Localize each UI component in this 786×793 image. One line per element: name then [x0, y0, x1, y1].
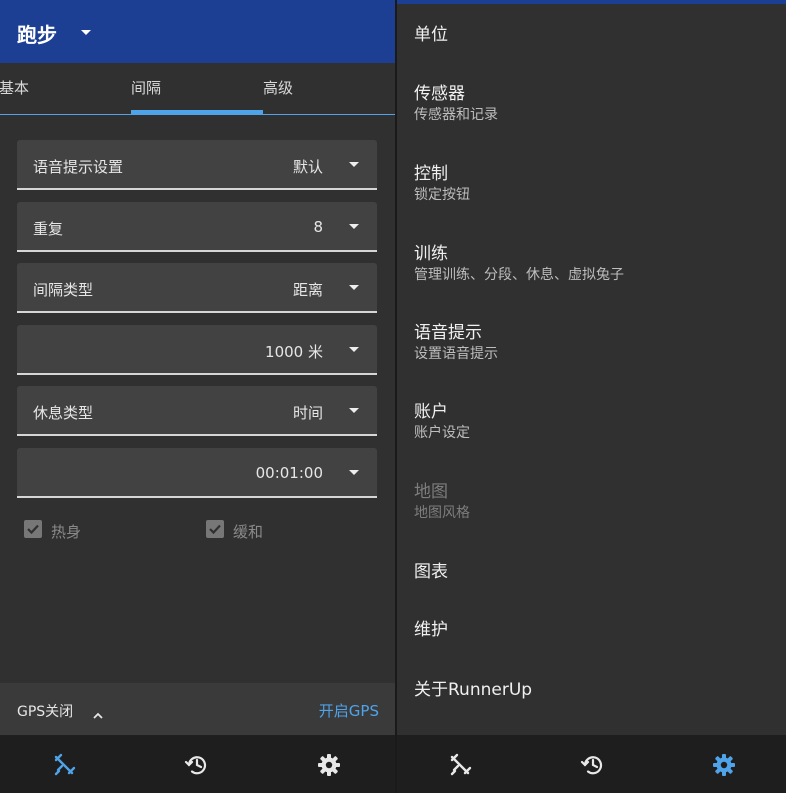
tab-selected-indicator [131, 110, 263, 114]
checkbox-checked-icon [24, 520, 42, 538]
field-label: 语音提示设置 [33, 158, 124, 176]
tab-advanced[interactable]: 高级 [263, 77, 293, 98]
rest-type-select[interactable]: 休息类型 时间 [17, 386, 377, 436]
field-value: 默认 [292, 158, 323, 176]
enable-gps-button[interactable]: 开启GPS [319, 700, 379, 721]
field-label: 间隔类型 [33, 281, 94, 299]
dropdown-caret-icon[interactable] [81, 30, 91, 35]
tab-basic[interactable]: 基本 [0, 77, 29, 98]
checkbox-checked-icon [206, 520, 224, 538]
chevron-up-icon[interactable] [93, 704, 103, 723]
interval-type-select[interactable]: 间隔类型 距离 [17, 263, 377, 313]
settings-item-title: 图表 [414, 562, 448, 582]
dropdown-arrow-icon [349, 470, 359, 475]
repeat-count-select[interactable]: 重复 8 [17, 202, 377, 252]
field-value: 1000 米 [265, 343, 323, 361]
settings-item-subtitle: 管理训练、分段、休息、虚拟兔子 [414, 267, 624, 283]
tab-divider [0, 114, 395, 115]
app-bar: 跑步 [0, 0, 395, 63]
workout-screen: 跑步 基本 间隔 高级 语音提示设置 默认 重复 8 间隔类型 距离 1000 … [0, 0, 395, 793]
settings-item-audio-cues[interactable]: 语音提示 设置语音提示 [414, 322, 774, 364]
field-label: 重复 [33, 220, 64, 238]
settings-item-maintenance[interactable]: 维护 [414, 619, 774, 641]
dropdown-arrow-icon [349, 347, 359, 352]
settings-item-subtitle: 传感器和记录 [414, 107, 498, 123]
field-value: 时间 [292, 404, 323, 422]
settings-item-subtitle: 设置语音提示 [414, 346, 498, 362]
field-value: 距离 [292, 281, 323, 299]
tab-bar: 基本 间隔 高级 [0, 63, 395, 115]
history-icon[interactable] [184, 752, 210, 778]
rest-duration-select[interactable]: 00:01:00 [17, 448, 377, 498]
tab-interval[interactable]: 间隔 [131, 77, 161, 98]
settings-item-sensors[interactable]: 传感器 传感器和记录 [414, 83, 774, 125]
audio-cue-settings-select[interactable]: 语音提示设置 默认 [17, 140, 377, 190]
settings-item-accounts[interactable]: 账户 账户设定 [414, 401, 774, 443]
checkbox-label: 热身 [51, 523, 82, 541]
settings-item-title: 传感器 [414, 84, 465, 104]
dropdown-arrow-icon [349, 285, 359, 290]
settings-icon[interactable] [316, 752, 342, 778]
bottom-navigation [397, 735, 786, 793]
field-value: 8 [313, 218, 323, 236]
settings-item-units[interactable]: 单位 [414, 24, 774, 46]
settings-item-title: 控制 [414, 164, 448, 184]
settings-item-title: 语音提示 [414, 323, 482, 343]
checkbox-label: 缓和 [233, 523, 264, 541]
settings-icon[interactable] [711, 752, 737, 778]
settings-item-title: 账户 [414, 402, 448, 422]
bottom-navigation [0, 735, 395, 793]
settings-item-training[interactable]: 训练 管理训练、分段、休息、虚拟兔子 [414, 243, 774, 285]
settings-item-title: 关于RunnerUp [414, 680, 533, 700]
dropdown-arrow-icon [349, 408, 359, 413]
field-label: 休息类型 [33, 404, 94, 422]
settings-item-title: 训练 [414, 244, 448, 264]
workout-icon[interactable] [448, 752, 474, 778]
dropdown-arrow-icon [349, 224, 359, 229]
history-icon[interactable] [580, 752, 606, 778]
settings-item-title: 单位 [414, 25, 448, 45]
settings-item-title: 地图 [414, 482, 448, 502]
settings-item-graphs[interactable]: 图表 [414, 561, 774, 583]
gps-status-text: GPS关闭 [17, 704, 74, 720]
interval-distance-select[interactable]: 1000 米 [17, 325, 377, 375]
settings-screen: 单位 传感器 传感器和记录 控制 锁定按钮 训练 管理训练、分段、休息、虚拟兔子… [397, 0, 786, 793]
settings-item-map: 地图 地图风格 [414, 481, 774, 523]
settings-item-about[interactable]: 关于RunnerUp [414, 679, 774, 701]
settings-item-controls[interactable]: 控制 锁定按钮 [414, 163, 774, 205]
settings-item-subtitle: 地图风格 [414, 505, 470, 521]
settings-item-title: 维护 [414, 620, 448, 640]
settings-item-subtitle: 账户设定 [414, 425, 470, 441]
field-value: 00:01:00 [255, 464, 323, 482]
workout-icon[interactable] [52, 752, 78, 778]
dropdown-arrow-icon [349, 162, 359, 167]
gps-bar: GPS关闭 开启GPS [0, 683, 395, 735]
status-strip [397, 0, 786, 4]
activity-type-selector[interactable]: 跑步 [17, 19, 57, 48]
settings-item-subtitle: 锁定按钮 [414, 187, 470, 203]
